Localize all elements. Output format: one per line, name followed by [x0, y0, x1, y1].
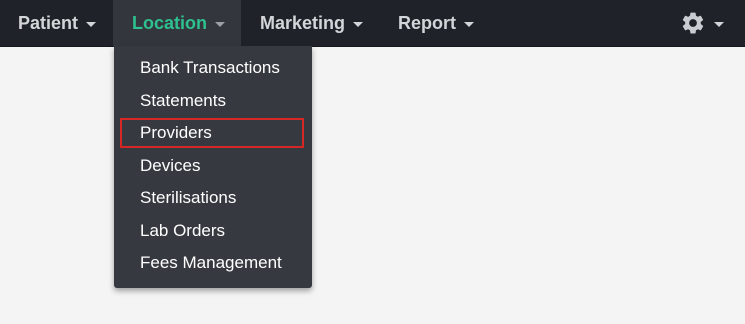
- top-navbar: Patient Location Marketing Report: [0, 0, 745, 47]
- caret-down-icon: [464, 21, 474, 27]
- menu-item-fees-management[interactable]: Fees Management: [114, 247, 312, 279]
- menu-item-devices[interactable]: Devices: [114, 150, 312, 182]
- settings-menu[interactable]: [668, 0, 745, 46]
- nav-report[interactable]: Report: [379, 0, 489, 46]
- nav-marketing[interactable]: Marketing: [241, 0, 379, 46]
- nav-patient[interactable]: Patient: [0, 0, 113, 46]
- caret-down-icon: [86, 21, 97, 27]
- nav-location[interactable]: Location: [113, 0, 241, 46]
- menu-item-providers[interactable]: Providers: [114, 117, 312, 149]
- menu-item-sterilisations[interactable]: Sterilisations: [114, 182, 312, 214]
- caret-down-icon: [353, 21, 364, 27]
- nav-location-label: Location: [132, 12, 207, 33]
- gear-icon: [682, 12, 704, 34]
- menu-item-statements[interactable]: Statements: [114, 85, 312, 117]
- caret-down-icon: [215, 21, 225, 27]
- nav-marketing-label: Marketing: [260, 12, 346, 33]
- caret-down-icon: [714, 21, 724, 27]
- nav-patient-label: Patient: [18, 12, 79, 33]
- nav-report-label: Report: [398, 12, 456, 33]
- menu-item-bank-transactions[interactable]: Bank Transactions: [114, 52, 312, 84]
- menu-item-lab-orders[interactable]: Lab Orders: [114, 215, 312, 247]
- location-dropdown-menu: Bank Transactions Statements Providers D…: [114, 46, 312, 288]
